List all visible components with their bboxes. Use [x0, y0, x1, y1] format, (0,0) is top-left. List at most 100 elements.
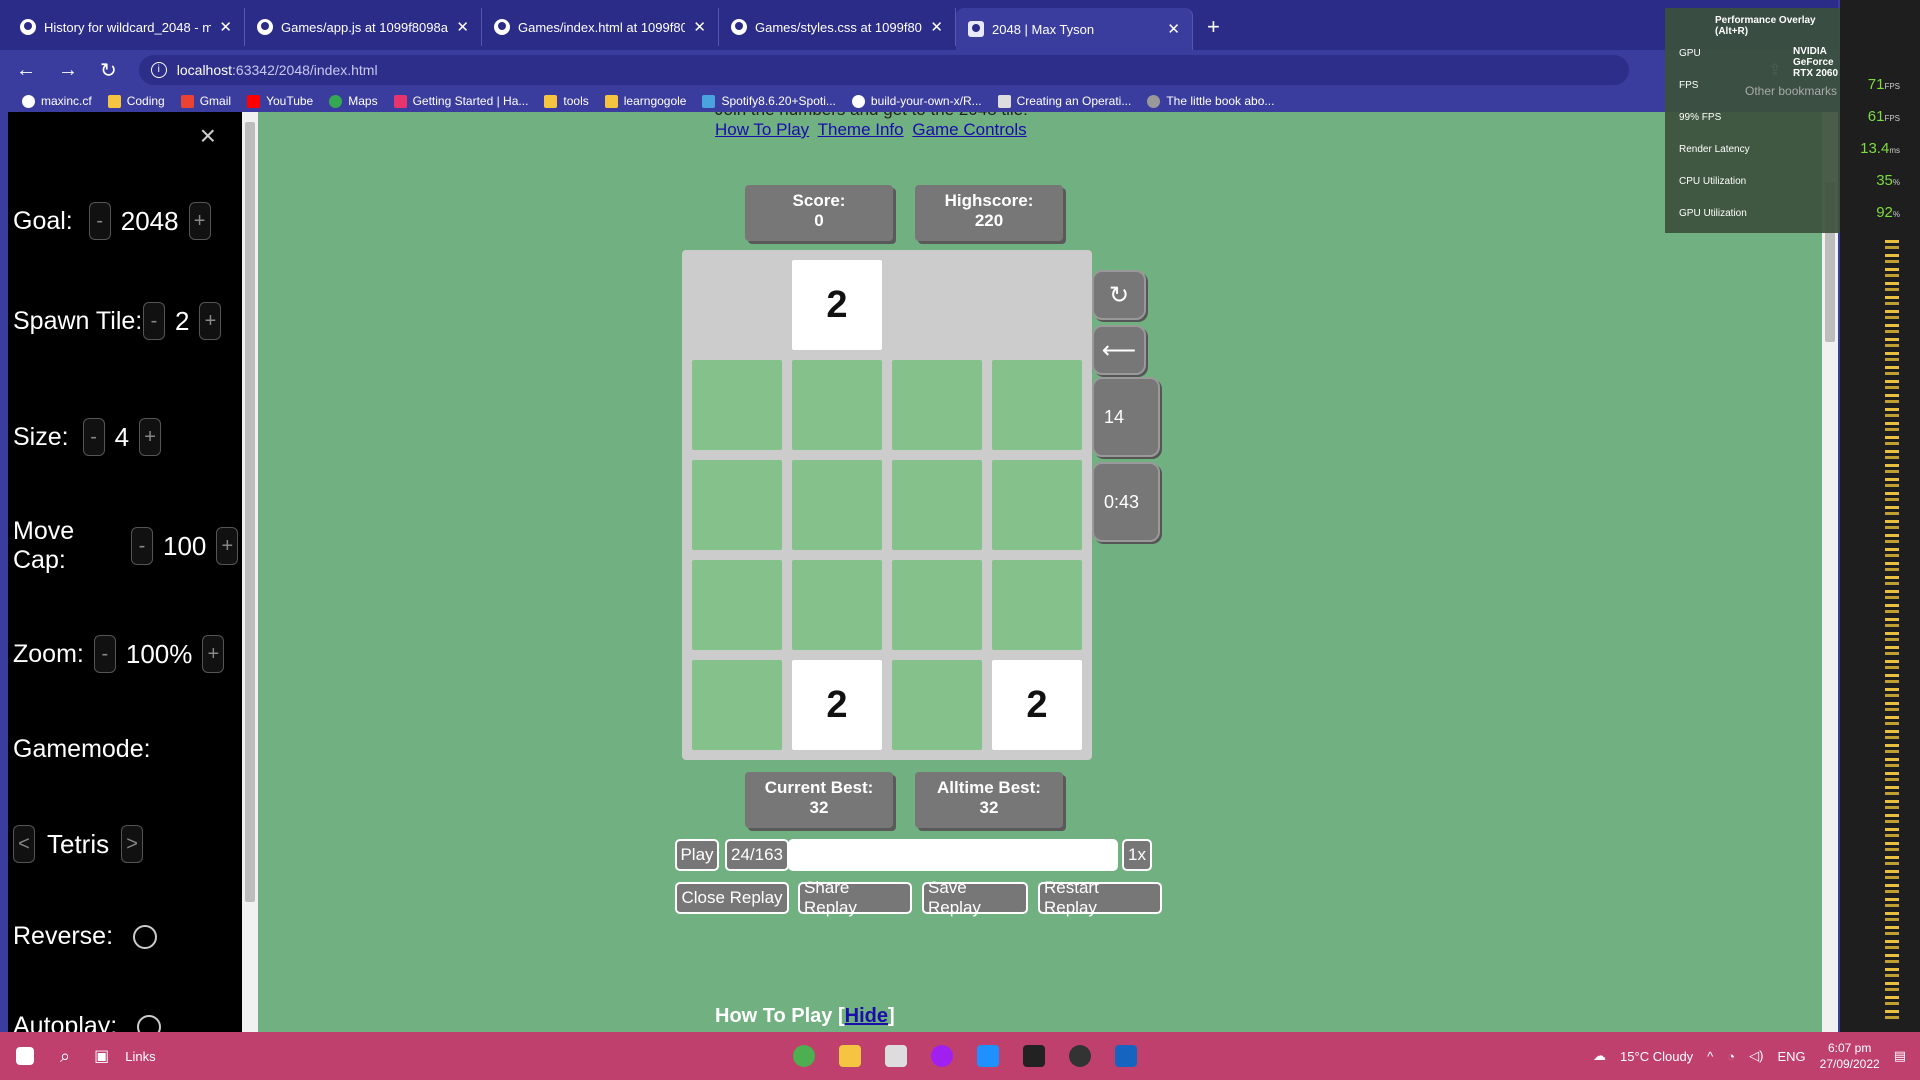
- how-to-play-heading: How To Play [Hide]: [715, 1005, 895, 1027]
- chrome-icon[interactable]: [792, 1045, 815, 1067]
- site-info-icon[interactable]: i: [150, 62, 167, 78]
- goal-value: 2048: [120, 205, 179, 236]
- scrollbar-thumb[interactable]: [245, 122, 255, 902]
- volume-icon[interactable]: ◁): [1749, 1048, 1763, 1064]
- cortana-icon[interactable]: [930, 1045, 953, 1067]
- back-icon[interactable]: ←: [16, 59, 36, 82]
- browser-tab-active[interactable]: 2048 | Max Tyson ✕: [956, 8, 1193, 50]
- browser-tab[interactable]: Games/index.html at 1099f8098a✕: [482, 8, 719, 46]
- github-desktop-icon[interactable]: [1068, 1045, 1091, 1067]
- forward-icon[interactable]: →: [58, 59, 78, 82]
- restart-button[interactable]: ↻: [1092, 270, 1146, 320]
- movecap-decrease-button[interactable]: -: [131, 527, 153, 565]
- unity-icon[interactable]: [884, 1045, 907, 1067]
- replay-progress-handle[interactable]: 24/163: [725, 839, 789, 871]
- bookmark-item[interactable]: Getting Started | Ha...: [393, 94, 528, 108]
- game-controls-link[interactable]: Game Controls: [912, 120, 1026, 139]
- close-icon[interactable]: ✕: [693, 18, 706, 36]
- zoom-decrease-button[interactable]: -: [93, 635, 116, 673]
- board-cell: [692, 360, 782, 450]
- close-icon[interactable]: ✕: [930, 18, 943, 36]
- theme-info-link[interactable]: Theme Info: [818, 120, 904, 139]
- gamemode-setting: < Tetris >: [13, 825, 144, 863]
- undo-button[interactable]: ⟵: [1092, 325, 1146, 375]
- board-cell: [792, 460, 882, 550]
- board-tile: 2: [792, 660, 882, 750]
- goal-increase-button[interactable]: +: [188, 202, 211, 240]
- bookmark-folder[interactable]: tools: [544, 94, 589, 108]
- bookmark-item[interactable]: Creating an Operati...: [997, 94, 1131, 108]
- save-replay-button[interactable]: Save Replay: [922, 878, 1028, 917]
- weather-icon: ☁: [1593, 1048, 1607, 1063]
- bookmark-item[interactable]: The little book abo...: [1147, 94, 1274, 108]
- bookmark-item[interactable]: Spotify8.6.20+Spoti...: [702, 94, 836, 108]
- wifi-icon[interactable]: ◔: [1727, 1049, 1735, 1064]
- other-bookmarks[interactable]: Other bookmarks: [1745, 84, 1837, 98]
- file-explorer-icon[interactable]: [838, 1045, 861, 1067]
- share-replay-button[interactable]: Share Replay: [798, 878, 912, 917]
- panel-scrollbar[interactable]: [242, 112, 258, 1032]
- board-cell: [692, 560, 782, 650]
- weather-text[interactable]: 15°C Cloudy: [1620, 1049, 1693, 1064]
- webstorm-icon[interactable]: [1114, 1045, 1137, 1067]
- zoom-increase-button[interactable]: +: [202, 635, 225, 673]
- board-cell: [892, 560, 982, 650]
- url-field[interactable]: i localhost:63342/2048/index.html: [138, 55, 1629, 85]
- reverse-checkbox[interactable]: [133, 924, 158, 949]
- app-icon[interactable]: [976, 1045, 999, 1067]
- close-icon[interactable]: ✕: [219, 18, 232, 36]
- warzone-icon[interactable]: [1022, 1045, 1045, 1067]
- tray-chevron-icon[interactable]: ^: [1707, 1049, 1713, 1064]
- hide-link[interactable]: Hide: [845, 1005, 888, 1027]
- performance-overlay: Performance Overlay (Alt+R) GPU NVIDIA G…: [1665, 8, 1840, 233]
- spawn-decrease-button[interactable]: -: [143, 302, 165, 340]
- tab-bar: History for wildcard_2048 - maxt✕ Games/…: [0, 0, 1838, 50]
- highscore-box: Highscore: 220: [915, 185, 1063, 241]
- search-icon[interactable]: ⌕: [60, 1046, 70, 1067]
- github-icon: [257, 19, 273, 35]
- new-tab-button[interactable]: +: [1193, 14, 1234, 40]
- bookmark-folder[interactable]: learngogole: [604, 94, 686, 108]
- close-icon[interactable]: ×: [200, 120, 216, 152]
- browser-tab[interactable]: Games/styles.css at 1099f8098a5✕: [719, 8, 956, 46]
- replay-play-button[interactable]: Play: [675, 839, 719, 871]
- gamemode-next-button[interactable]: >: [121, 825, 144, 863]
- bookmark-item[interactable]: YouTube: [247, 94, 313, 108]
- how-to-play-link[interactable]: How To Play: [715, 120, 809, 139]
- site-icon: [702, 94, 716, 108]
- notifications-icon[interactable]: ▤: [1894, 1048, 1906, 1064]
- pinned-apps: [781, 1045, 1149, 1067]
- language-indicator[interactable]: ENG: [1777, 1049, 1805, 1064]
- browser-tab[interactable]: History for wildcard_2048 - maxt✕: [8, 8, 245, 46]
- replay-progress-track[interactable]: [788, 839, 1118, 871]
- goal-decrease-button[interactable]: -: [88, 202, 111, 240]
- size-increase-button[interactable]: +: [139, 418, 162, 456]
- gamemode-prev-button[interactable]: <: [13, 825, 35, 863]
- close-icon[interactable]: ✕: [1167, 20, 1180, 38]
- intro-text: Join the numbers and get to the 2048 til…: [715, 112, 1028, 120]
- spawn-increase-button[interactable]: +: [199, 302, 222, 340]
- restart-replay-button[interactable]: Restart Replay: [1038, 878, 1162, 917]
- browser-tab[interactable]: Games/app.js at 1099f8098a559✕: [245, 8, 482, 46]
- clock[interactable]: 6:07 pm 27/09/2022: [1820, 1040, 1880, 1072]
- replay-speed-button[interactable]: 1x: [1122, 839, 1152, 871]
- board-cell: [792, 560, 882, 650]
- bookmark-item[interactable]: Gmail: [180, 94, 231, 108]
- bookmark-item[interactable]: maxinc.cf: [22, 94, 92, 108]
- bookmark-item[interactable]: Maps: [329, 94, 378, 108]
- size-decrease-button[interactable]: -: [82, 418, 105, 456]
- address-bar: ← → ↻ i localhost:63342/2048/index.html …: [0, 50, 1838, 90]
- task-view-icon[interactable]: ▣: [94, 1046, 109, 1066]
- windows-start-icon[interactable]: [16, 1047, 34, 1065]
- bookmark-folder[interactable]: Coding: [107, 94, 165, 108]
- page-scrollbar[interactable]: [1822, 112, 1838, 1032]
- bookmark-item[interactable]: build-your-own-x/R...: [851, 94, 982, 108]
- reload-icon[interactable]: ↻: [100, 58, 117, 83]
- close-icon[interactable]: ✕: [456, 18, 469, 36]
- score-box: Score: 0: [745, 185, 893, 241]
- links-toolbar[interactable]: Links: [125, 1049, 155, 1064]
- reverse-setting: Reverse:: [13, 922, 158, 951]
- movecap-increase-button[interactable]: +: [216, 527, 239, 565]
- board-cell: [692, 660, 782, 750]
- close-replay-button[interactable]: Close Replay: [675, 882, 789, 914]
